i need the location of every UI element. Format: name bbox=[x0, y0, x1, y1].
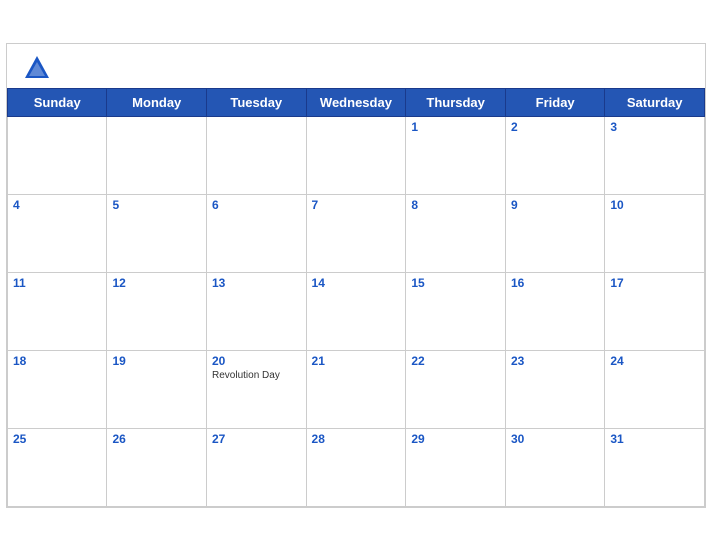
day-cell: 9 bbox=[505, 194, 604, 272]
day-cell: 21 bbox=[306, 350, 406, 428]
day-number: 14 bbox=[312, 276, 401, 290]
day-number: 9 bbox=[511, 198, 599, 212]
day-number: 22 bbox=[411, 354, 500, 368]
weekday-header-sunday: Sunday bbox=[8, 88, 107, 116]
day-number: 30 bbox=[511, 432, 599, 446]
day-cell: 28 bbox=[306, 428, 406, 506]
day-number: 24 bbox=[610, 354, 699, 368]
day-number: 0 bbox=[312, 120, 401, 134]
day-number: 23 bbox=[511, 354, 599, 368]
day-cell: 19 bbox=[107, 350, 207, 428]
day-number: 20 bbox=[212, 354, 301, 368]
day-number: 19 bbox=[112, 354, 201, 368]
day-number: 11 bbox=[13, 276, 101, 290]
day-cell: 30 bbox=[505, 428, 604, 506]
day-number: 21 bbox=[312, 354, 401, 368]
day-cell: 18 bbox=[8, 350, 107, 428]
day-number: 18 bbox=[13, 354, 101, 368]
day-cell: 22 bbox=[406, 350, 506, 428]
day-cell: 31 bbox=[605, 428, 705, 506]
day-cell: 29 bbox=[406, 428, 506, 506]
day-cell: 26 bbox=[107, 428, 207, 506]
calendar-weekdays-header: SundayMondayTuesdayWednesdayThursdayFrid… bbox=[8, 88, 705, 116]
day-number: 4 bbox=[13, 198, 101, 212]
day-cell: 0 bbox=[107, 116, 207, 194]
day-number: 16 bbox=[511, 276, 599, 290]
day-number: 31 bbox=[610, 432, 699, 446]
day-number: 17 bbox=[610, 276, 699, 290]
week-row-2: 456789 10 bbox=[8, 194, 705, 272]
day-number: 8 bbox=[411, 198, 500, 212]
day-cell: 7 bbox=[306, 194, 406, 272]
day-cell: 10 bbox=[605, 194, 705, 272]
weekday-header-tuesday: Tuesday bbox=[207, 88, 307, 116]
day-number: 27 bbox=[212, 432, 301, 446]
day-cell: 0 bbox=[306, 116, 406, 194]
week-row-5: 25 26 27 28 29 30 31 bbox=[8, 428, 705, 506]
day-number: 0 bbox=[13, 120, 101, 134]
day-cell: 4 bbox=[8, 194, 107, 272]
day-cell: 0 bbox=[207, 116, 307, 194]
day-number: 2 bbox=[511, 120, 599, 134]
weekday-header-wednesday: Wednesday bbox=[306, 88, 406, 116]
logo-icon bbox=[23, 54, 51, 82]
day-cell: 2 bbox=[505, 116, 604, 194]
day-cell: 20 Revolution Day bbox=[207, 350, 307, 428]
day-number: 0 bbox=[112, 120, 201, 134]
calendar-grid: SundayMondayTuesdayWednesdayThursdayFrid… bbox=[7, 88, 705, 507]
week-row-1: 0000123 bbox=[8, 116, 705, 194]
day-cell: 1 bbox=[406, 116, 506, 194]
day-cell: 13 bbox=[207, 272, 307, 350]
day-number: 12 bbox=[112, 276, 201, 290]
day-number: 7 bbox=[312, 198, 401, 212]
day-number: 10 bbox=[610, 198, 699, 212]
day-number: 29 bbox=[411, 432, 500, 446]
day-number: 15 bbox=[411, 276, 500, 290]
day-number: 28 bbox=[312, 432, 401, 446]
calendar-header bbox=[7, 44, 705, 88]
day-cell: 16 bbox=[505, 272, 604, 350]
day-number: 1 bbox=[411, 120, 500, 134]
weekday-header-friday: Friday bbox=[505, 88, 604, 116]
day-number: 13 bbox=[212, 276, 301, 290]
day-cell: 24 bbox=[605, 350, 705, 428]
weekday-header-saturday: Saturday bbox=[605, 88, 705, 116]
day-cell: 25 bbox=[8, 428, 107, 506]
day-cell: 6 bbox=[207, 194, 307, 272]
day-number: 3 bbox=[610, 120, 699, 134]
day-cell: 14 bbox=[306, 272, 406, 350]
day-number: 5 bbox=[112, 198, 201, 212]
day-cell: 12 bbox=[107, 272, 207, 350]
event-label: Revolution Day bbox=[212, 370, 301, 381]
weekday-header-thursday: Thursday bbox=[406, 88, 506, 116]
calendar-container: SundayMondayTuesdayWednesdayThursdayFrid… bbox=[6, 43, 706, 508]
day-cell: 8 bbox=[406, 194, 506, 272]
day-cell: 0 bbox=[8, 116, 107, 194]
weekday-row: SundayMondayTuesdayWednesdayThursdayFrid… bbox=[8, 88, 705, 116]
day-cell: 5 bbox=[107, 194, 207, 272]
calendar-body: 00001234567891011121314151617181920Revol… bbox=[8, 116, 705, 506]
day-cell: 17 bbox=[605, 272, 705, 350]
day-number: 6 bbox=[212, 198, 301, 212]
logo bbox=[23, 54, 55, 82]
day-cell: 3 bbox=[605, 116, 705, 194]
week-row-4: 18 19 20 Revolution Day 21 22 23 24 bbox=[8, 350, 705, 428]
day-cell: 15 bbox=[406, 272, 506, 350]
day-number: 0 bbox=[212, 120, 301, 134]
day-cell: 11 bbox=[8, 272, 107, 350]
week-row-3: 11 12 13 14 15 16 17 bbox=[8, 272, 705, 350]
day-cell: 27 bbox=[207, 428, 307, 506]
day-cell: 23 bbox=[505, 350, 604, 428]
day-number: 25 bbox=[13, 432, 101, 446]
weekday-header-monday: Monday bbox=[107, 88, 207, 116]
day-number: 26 bbox=[112, 432, 201, 446]
